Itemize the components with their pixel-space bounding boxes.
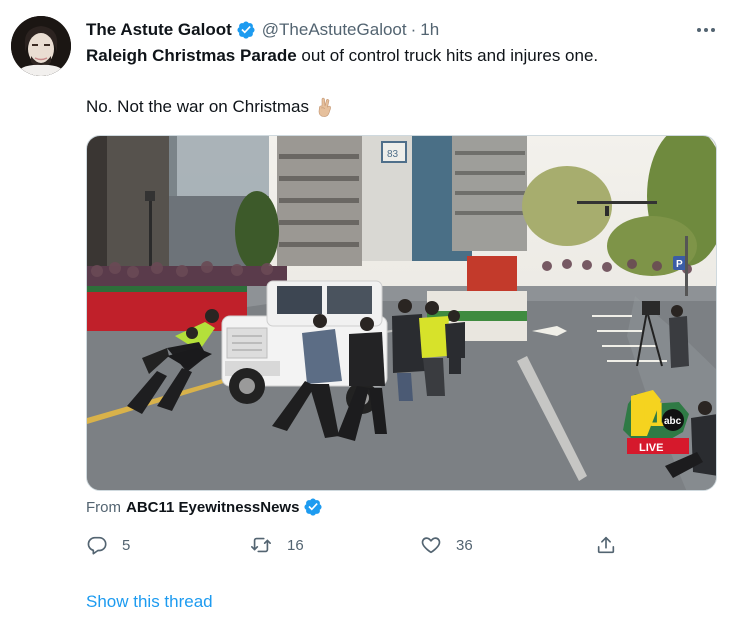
abc-logo: abc	[664, 416, 682, 427]
like-count: 36	[456, 536, 473, 554]
tweet-text-no-war: No. Not the war on Christmas	[86, 97, 309, 116]
verified-badge-icon	[236, 20, 256, 40]
building-sign: 83	[387, 149, 399, 160]
share-button[interactable]	[595, 532, 617, 558]
more-icon[interactable]	[695, 20, 717, 40]
tweet-bold-text: Raleigh Christmas Parade	[86, 46, 297, 65]
reply-icon	[86, 534, 108, 556]
source-name[interactable]: ABC11 EyewitnessNews	[126, 499, 299, 516]
show-thread-link[interactable]: Show this thread	[86, 592, 213, 612]
reply-button[interactable]: 5	[86, 532, 130, 558]
tweet-actions: 5 16 36	[86, 532, 626, 558]
like-button[interactable]: 36	[420, 532, 473, 558]
retweet-button[interactable]: 16	[249, 532, 304, 558]
abc11-number: 11	[632, 396, 668, 434]
tweet[interactable]: The Astute Galoot @TheAstuteGaloot · 1h …	[0, 0, 737, 617]
video-media[interactable]: 83 P 11 abc LIVE	[86, 135, 717, 491]
author-display-name[interactable]: The Astute Galoot	[86, 20, 232, 40]
avatar[interactable]	[11, 16, 71, 76]
source-from-label: From	[86, 498, 121, 516]
media-source: From ABC11 EyewitnessNews	[86, 497, 323, 517]
author-handle[interactable]: @TheAstuteGaloot	[262, 20, 407, 40]
tweet-header: The Astute Galoot @TheAstuteGaloot · 1h	[86, 18, 439, 42]
tweet-text-rest: out of control truck hits and injures on…	[296, 46, 599, 65]
retweet-icon	[249, 534, 273, 556]
source-verified-badge-icon	[303, 497, 323, 517]
reply-count: 5	[122, 536, 131, 554]
tweet-text-line1: Raleigh Christmas Parade out of control …	[86, 45, 598, 67]
like-icon	[420, 534, 442, 556]
retweet-count: 16	[287, 536, 304, 554]
share-icon	[595, 534, 617, 556]
svg-text:P: P	[676, 259, 683, 270]
crossed-fingers-emoji	[315, 96, 335, 118]
separator-dot: ·	[410, 20, 417, 39]
tweet-timestamp[interactable]: 1h	[420, 20, 439, 40]
live-badge: LIVE	[639, 442, 663, 454]
tweet-text-line2: No. Not the war on Christmas	[86, 96, 335, 118]
